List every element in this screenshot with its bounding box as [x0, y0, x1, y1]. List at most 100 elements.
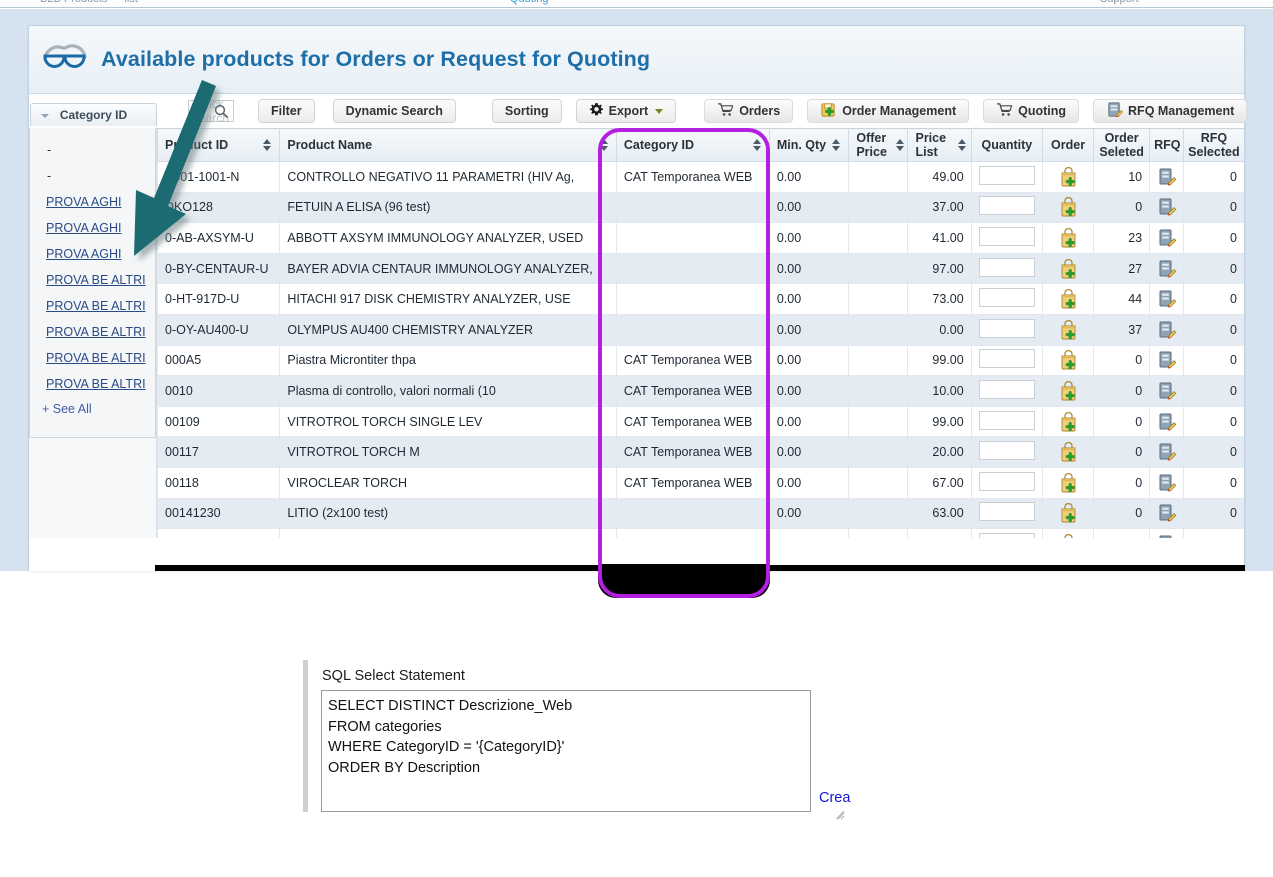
cell-rfq[interactable] — [1149, 191, 1184, 224]
cell-order[interactable] — [1042, 161, 1095, 193]
table-row[interactable]: A001-1001-N CONTROLLO NEGATIVO 11 PARAMET… — [157, 161, 1244, 193]
cell-rfq[interactable] — [1149, 283, 1184, 315]
order-add-icon[interactable] — [1059, 289, 1078, 309]
cell-quantity[interactable] — [970, 528, 1044, 538]
quantity-input[interactable] — [978, 165, 1035, 185]
export-button[interactable]: Export — [575, 99, 677, 123]
cell-quantity[interactable] — [970, 313, 1044, 346]
rfq-edit-icon[interactable] — [1157, 350, 1177, 370]
quoting-button[interactable]: Quoting — [983, 99, 1080, 123]
order-management-button[interactable]: Order Management — [807, 99, 970, 123]
cell-rfq[interactable] — [1149, 161, 1184, 193]
quantity-input[interactable] — [978, 196, 1035, 216]
cell-quantity[interactable] — [970, 466, 1044, 499]
cell-order[interactable] — [1042, 375, 1095, 407]
sql-statement-textarea[interactable]: SELECT DISTINCT Descrizione_Web FROM cat… — [321, 690, 811, 812]
create-link[interactable]: Crea — [819, 790, 850, 806]
table-row[interactable]: 000A5 Piastra Microntiter thpa CAT Tempora… — [157, 344, 1244, 377]
cell-rfq[interactable] — [1149, 405, 1184, 438]
cell-order[interactable] — [1042, 466, 1095, 499]
sort-icon[interactable] — [957, 139, 966, 151]
cell-quantity[interactable] — [970, 252, 1044, 285]
table-row[interactable]: 0-HT-917D-U HITACHI 917 DISK CHEMISTRY AN… — [157, 283, 1244, 315]
sidebar-item-link-9[interactable]: PROVA BE ALTRI — [46, 377, 146, 391]
cell-rfq[interactable] — [1149, 497, 1184, 530]
cell-order[interactable] — [1042, 283, 1095, 315]
sidebar-item-link-8[interactable]: PROVA BE ALTRI — [46, 351, 146, 365]
cell-rfq[interactable] — [1149, 528, 1184, 538]
sidebar-item-8[interactable]: PROVA BE ALTRI — [30, 346, 155, 372]
column-header-category-id[interactable]: Category ID — [615, 128, 770, 162]
rfq-edit-icon[interactable] — [1157, 197, 1177, 217]
rfq-edit-icon[interactable] — [1157, 473, 1177, 493]
sidebar-item-link-7[interactable]: PROVA BE ALTRI — [46, 325, 146, 339]
order-add-icon[interactable] — [1059, 319, 1078, 340]
cell-rfq[interactable] — [1149, 375, 1184, 407]
order-add-icon[interactable] — [1059, 503, 1078, 523]
orders-button[interactable]: Orders — [704, 99, 794, 123]
cell-rfq[interactable] — [1149, 252, 1184, 285]
table-row[interactable]: 0019Sangue Intero di controllo Vitamina … — [157, 528, 1244, 538]
cell-order[interactable] — [1042, 497, 1095, 530]
quantity-input[interactable] — [978, 441, 1035, 461]
sidebar-item-9[interactable]: PROVA BE ALTRI — [30, 372, 155, 398]
quantity-input[interactable] — [978, 379, 1035, 399]
order-add-icon[interactable] — [1059, 534, 1078, 538]
table-row[interactable]: DKO128 FETUIN A ELISA (96 test) 0.00 37.00 0… — [157, 191, 1244, 224]
sidebar-item-3[interactable]: PROVA AGHI — [30, 216, 155, 242]
table-row[interactable]: 00141230 LITIO (2x100 test) 0.00 63.00 0 0 — [157, 497, 1244, 530]
cell-rfq[interactable] — [1149, 436, 1184, 468]
table-row[interactable]: 00109 VITROTROL TORCH SINGLE LEV CAT Tempo… — [157, 405, 1244, 438]
sort-icon[interactable] — [832, 139, 841, 151]
column-header-price-list[interactable]: Price List — [907, 128, 972, 162]
table-row[interactable]: 0-BY-CENTAUR-U BAYER ADVIA CENTAUR IMMUNO… — [157, 252, 1244, 285]
quantity-input[interactable] — [978, 349, 1035, 369]
sidebar-item-5[interactable]: PROVA BE ALTRI — [30, 268, 155, 294]
resize-handle-icon[interactable] — [835, 807, 845, 820]
sidebar-item-1[interactable]: - — [30, 164, 155, 190]
cell-quantity[interactable] — [970, 161, 1044, 193]
cell-order[interactable] — [1042, 313, 1095, 346]
table-row[interactable]: 00117 VITROTROL TORCH M CAT Temporanea WEB… — [157, 436, 1244, 468]
order-add-icon[interactable] — [1059, 472, 1078, 493]
order-add-icon[interactable] — [1059, 258, 1078, 279]
sort-icon[interactable] — [752, 139, 762, 151]
cell-rfq[interactable] — [1149, 222, 1184, 254]
table-row[interactable]: 00118 VIROCLEAR TORCH CAT Temporanea WEB 0.… — [157, 466, 1244, 499]
table-row[interactable]: 0010 Plasma di controllo, valori normali … — [157, 375, 1244, 407]
cell-quantity[interactable] — [970, 344, 1044, 377]
cell-quantity[interactable] — [970, 191, 1044, 224]
rfq-management-button[interactable]: RFQ Management — [1093, 99, 1248, 123]
order-add-icon[interactable] — [1059, 381, 1078, 401]
sidebar-item-7[interactable]: PROVA BE ALTRI — [30, 320, 155, 346]
rfq-edit-icon[interactable] — [1157, 534, 1177, 538]
sidebar-item-link-3[interactable]: PROVA AGHI — [46, 221, 122, 235]
sidebar-item-0[interactable]: - — [30, 138, 155, 164]
sidebar-item-link-2[interactable]: PROVA AGHI — [46, 195, 122, 209]
cell-order[interactable] — [1042, 252, 1095, 285]
rfq-edit-icon[interactable] — [1157, 412, 1177, 432]
order-add-icon[interactable] — [1059, 228, 1078, 248]
sorting-button[interactable]: Sorting — [491, 99, 562, 123]
sort-icon[interactable] — [895, 139, 904, 151]
rfq-edit-icon[interactable] — [1157, 320, 1177, 340]
search-input[interactable]: Quick search — [188, 97, 235, 125]
cell-order[interactable] — [1042, 528, 1095, 538]
sidebar-category-tab[interactable]: Category ID — [30, 103, 157, 126]
table-row[interactable]: 0-AB-AXSYM-U ABBOTT AXSYM IMMUNOLOGY ANAL… — [157, 222, 1244, 254]
cell-quantity[interactable] — [970, 497, 1044, 530]
cell-rfq[interactable] — [1149, 313, 1184, 346]
quantity-input[interactable] — [978, 410, 1035, 430]
sort-icon[interactable] — [599, 139, 609, 151]
filter-button[interactable]: Filter — [258, 99, 315, 123]
order-add-icon[interactable] — [1059, 442, 1078, 462]
column-header-product-name[interactable]: Product Name — [279, 128, 617, 162]
cell-order[interactable] — [1042, 405, 1095, 438]
rfq-edit-icon[interactable] — [1157, 442, 1177, 462]
cell-order[interactable] — [1042, 191, 1095, 224]
cell-order[interactable] — [1042, 222, 1095, 254]
quantity-input[interactable] — [978, 532, 1035, 538]
cell-rfq[interactable] — [1149, 344, 1184, 377]
quantity-input[interactable] — [978, 288, 1035, 308]
cell-quantity[interactable] — [970, 375, 1044, 407]
